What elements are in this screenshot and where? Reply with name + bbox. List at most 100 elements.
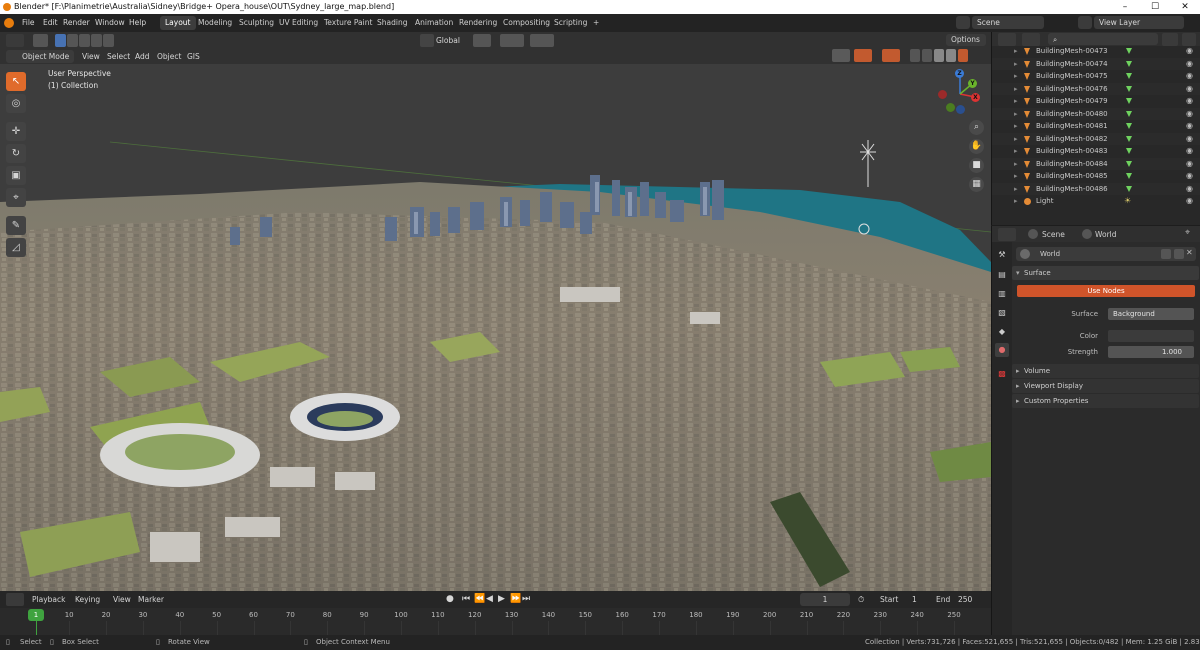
outliner-row[interactable]: ▸ BuildingMesh-00476 ◉ bbox=[992, 82, 1200, 96]
duplicate-world-icon[interactable] bbox=[1174, 249, 1184, 259]
outliner-row[interactable]: ▸ BuildingMesh-00479 ◉ bbox=[992, 95, 1200, 108]
viewport-menu-view[interactable]: View bbox=[82, 50, 100, 63]
tab-sculpting[interactable]: Sculpting bbox=[234, 16, 279, 30]
mode-new-icon[interactable] bbox=[55, 34, 66, 47]
custom-properties-panel-header[interactable]: ▸ Custom Properties bbox=[1012, 394, 1199, 408]
expand-arrow-icon[interactable]: ▸ bbox=[1014, 108, 1018, 121]
strength-field[interactable]: 1.000 bbox=[1108, 346, 1194, 358]
volume-panel-header[interactable]: ▸ Volume bbox=[1012, 364, 1199, 378]
blender-menu-icon[interactable] bbox=[4, 18, 14, 28]
scene-tab-icon[interactable]: ◆ bbox=[995, 325, 1009, 339]
visibility-eye-icon[interactable]: ◉ bbox=[1186, 83, 1193, 96]
visibility-eye-icon[interactable]: ◉ bbox=[1186, 183, 1193, 196]
fake-user-icon[interactable] bbox=[1161, 249, 1171, 259]
rotate-tool-icon[interactable]: ↻ bbox=[6, 144, 26, 163]
outliner-row-name[interactable]: BuildingMesh-00484 bbox=[1036, 158, 1108, 171]
visibility-icon[interactable] bbox=[832, 49, 850, 62]
tab-uv-editing[interactable]: UV Editing bbox=[274, 16, 323, 30]
pin-icon[interactable]: ⌖ bbox=[1185, 228, 1190, 238]
mesh-data-icon[interactable] bbox=[1126, 85, 1132, 92]
view-layer-tab-icon[interactable]: ▧ bbox=[995, 306, 1009, 320]
snap-icon[interactable] bbox=[500, 34, 524, 47]
visibility-eye-icon[interactable]: ◉ bbox=[1186, 108, 1193, 121]
gizmo-neg-z-axis[interactable] bbox=[956, 105, 965, 114]
tab-layout[interactable]: Layout bbox=[160, 16, 196, 30]
outliner-row-name[interactable]: BuildingMesh-00475 bbox=[1036, 70, 1108, 83]
gizmo-toggle-icon[interactable] bbox=[854, 49, 872, 62]
move-tool-icon[interactable]: ✛ bbox=[6, 122, 26, 141]
tab-modeling[interactable]: Modeling bbox=[193, 16, 237, 30]
mesh-data-icon[interactable] bbox=[1126, 98, 1132, 104]
outliner-search-input[interactable]: ⌕ bbox=[1048, 33, 1158, 45]
add-workspace-button[interactable]: + bbox=[588, 16, 604, 30]
view-layer-icon[interactable] bbox=[1078, 16, 1092, 29]
transform-orientation-icon[interactable] bbox=[420, 34, 434, 47]
outliner-row[interactable]: ▸ BuildingMesh-00486 ◉ bbox=[992, 182, 1200, 196]
outliner-row[interactable]: ▸ BuildingMesh-00483 ◉ bbox=[992, 145, 1200, 158]
gizmo-x-axis[interactable]: X bbox=[971, 93, 980, 102]
playhead[interactable]: 1 bbox=[28, 609, 44, 621]
shading-wireframe-icon[interactable] bbox=[922, 49, 932, 62]
world-tab-icon[interactable]: ● bbox=[995, 343, 1009, 357]
outliner-row-name[interactable]: BuildingMesh-00476 bbox=[1036, 83, 1108, 96]
perspective-toggle-icon[interactable]: ▦ bbox=[969, 177, 984, 192]
select-box-mode-icon[interactable] bbox=[33, 34, 48, 47]
outliner-row-name[interactable]: BuildingMesh-00486 bbox=[1036, 183, 1108, 196]
pivot-point-icon[interactable] bbox=[473, 34, 491, 47]
outliner-row[interactable]: ▸ BuildingMesh-00485 ◉ bbox=[992, 170, 1200, 183]
tab-compositing[interactable]: Compositing bbox=[498, 16, 555, 30]
outliner-row[interactable]: ▸ Light ☀ ◉ bbox=[992, 195, 1200, 208]
outliner-row-name[interactable]: BuildingMesh-00480 bbox=[1036, 108, 1108, 121]
visibility-eye-icon[interactable]: ◉ bbox=[1186, 70, 1193, 83]
outliner-row-name[interactable]: BuildingMesh-00473 bbox=[1036, 45, 1108, 58]
navigation-gizmo[interactable]: Z X Y bbox=[936, 68, 982, 114]
tab-texture-paint[interactable]: Texture Paint bbox=[319, 16, 377, 30]
zoom-icon[interactable]: ⌕ bbox=[969, 120, 984, 135]
surface-panel-header[interactable]: ▾ Surface bbox=[1012, 266, 1199, 280]
visibility-eye-icon[interactable]: ◉ bbox=[1186, 195, 1193, 208]
maximize-button[interactable]: ☐ bbox=[1140, 0, 1170, 14]
outliner-row[interactable]: ▸ BuildingMesh-00475 ◉ bbox=[992, 70, 1200, 83]
gizmo-z-axis[interactable]: Z bbox=[955, 69, 964, 78]
properties-editor-type-icon[interactable] bbox=[998, 228, 1016, 241]
transform-tool-icon[interactable]: ⌖ bbox=[6, 188, 26, 207]
timeline-ruler[interactable]: 10 20 30 40 50 60 70 80 90 100 110 120 130 140 150 160 1… bbox=[0, 591, 991, 635]
tab-rendering[interactable]: Rendering bbox=[454, 16, 502, 30]
proportional-editing-icon[interactable] bbox=[530, 34, 554, 47]
3d-viewport[interactable]: Global Options Object Mode View Select A… bbox=[0, 32, 991, 591]
shading-material-icon[interactable] bbox=[946, 49, 956, 62]
select-box-tool-icon[interactable]: ↖ bbox=[6, 72, 26, 91]
mesh-data-icon[interactable] bbox=[1126, 173, 1132, 179]
visibility-eye-icon[interactable]: ◉ bbox=[1186, 170, 1193, 183]
xray-icon[interactable] bbox=[910, 49, 920, 62]
object-mode-dropdown[interactable]: Object Mode bbox=[6, 50, 74, 63]
expand-arrow-icon[interactable]: ▸ bbox=[1014, 170, 1018, 183]
annotate-tool-icon[interactable]: ✎ bbox=[6, 216, 26, 235]
shading-solid-icon[interactable] bbox=[934, 49, 944, 62]
measure-tool-icon[interactable]: ◿ bbox=[6, 238, 26, 257]
light-data-icon[interactable]: ☀ bbox=[1124, 195, 1131, 208]
viewport-menu-gis[interactable]: GIS bbox=[187, 50, 200, 63]
expand-arrow-icon[interactable]: ▸ bbox=[1014, 183, 1018, 196]
visibility-eye-icon[interactable]: ◉ bbox=[1186, 58, 1193, 71]
mode-subtract-icon[interactable] bbox=[79, 34, 90, 47]
expand-arrow-icon[interactable]: ▸ bbox=[1014, 133, 1018, 146]
viewport-menu-add[interactable]: Add bbox=[135, 50, 150, 63]
expand-arrow-icon[interactable]: ▸ bbox=[1014, 120, 1018, 133]
viewport-display-panel-header[interactable]: ▸ Viewport Display bbox=[1012, 379, 1199, 393]
menu-help[interactable]: Help bbox=[129, 17, 146, 29]
menu-window[interactable]: Window bbox=[95, 17, 125, 29]
view-layer-selector[interactable]: View Layer bbox=[1094, 16, 1184, 29]
mode-intersect-icon[interactable] bbox=[103, 34, 114, 47]
expand-arrow-icon[interactable]: ▸ bbox=[1014, 45, 1018, 58]
expand-arrow-icon[interactable]: ▸ bbox=[1014, 58, 1018, 71]
mesh-data-icon[interactable] bbox=[1126, 60, 1132, 67]
outliner-row[interactable]: ▸ BuildingMesh-00480 ◉ bbox=[992, 107, 1200, 121]
scene-selector[interactable]: Scene bbox=[972, 16, 1044, 29]
editor-type-icon[interactable] bbox=[6, 34, 24, 47]
render-tab-icon[interactable]: ▤ bbox=[995, 268, 1009, 282]
viewport-menu-object[interactable]: Object bbox=[157, 50, 181, 63]
options-dropdown[interactable]: Options bbox=[946, 34, 986, 46]
visibility-eye-icon[interactable]: ◉ bbox=[1186, 158, 1193, 171]
menu-render[interactable]: Render bbox=[63, 17, 90, 29]
